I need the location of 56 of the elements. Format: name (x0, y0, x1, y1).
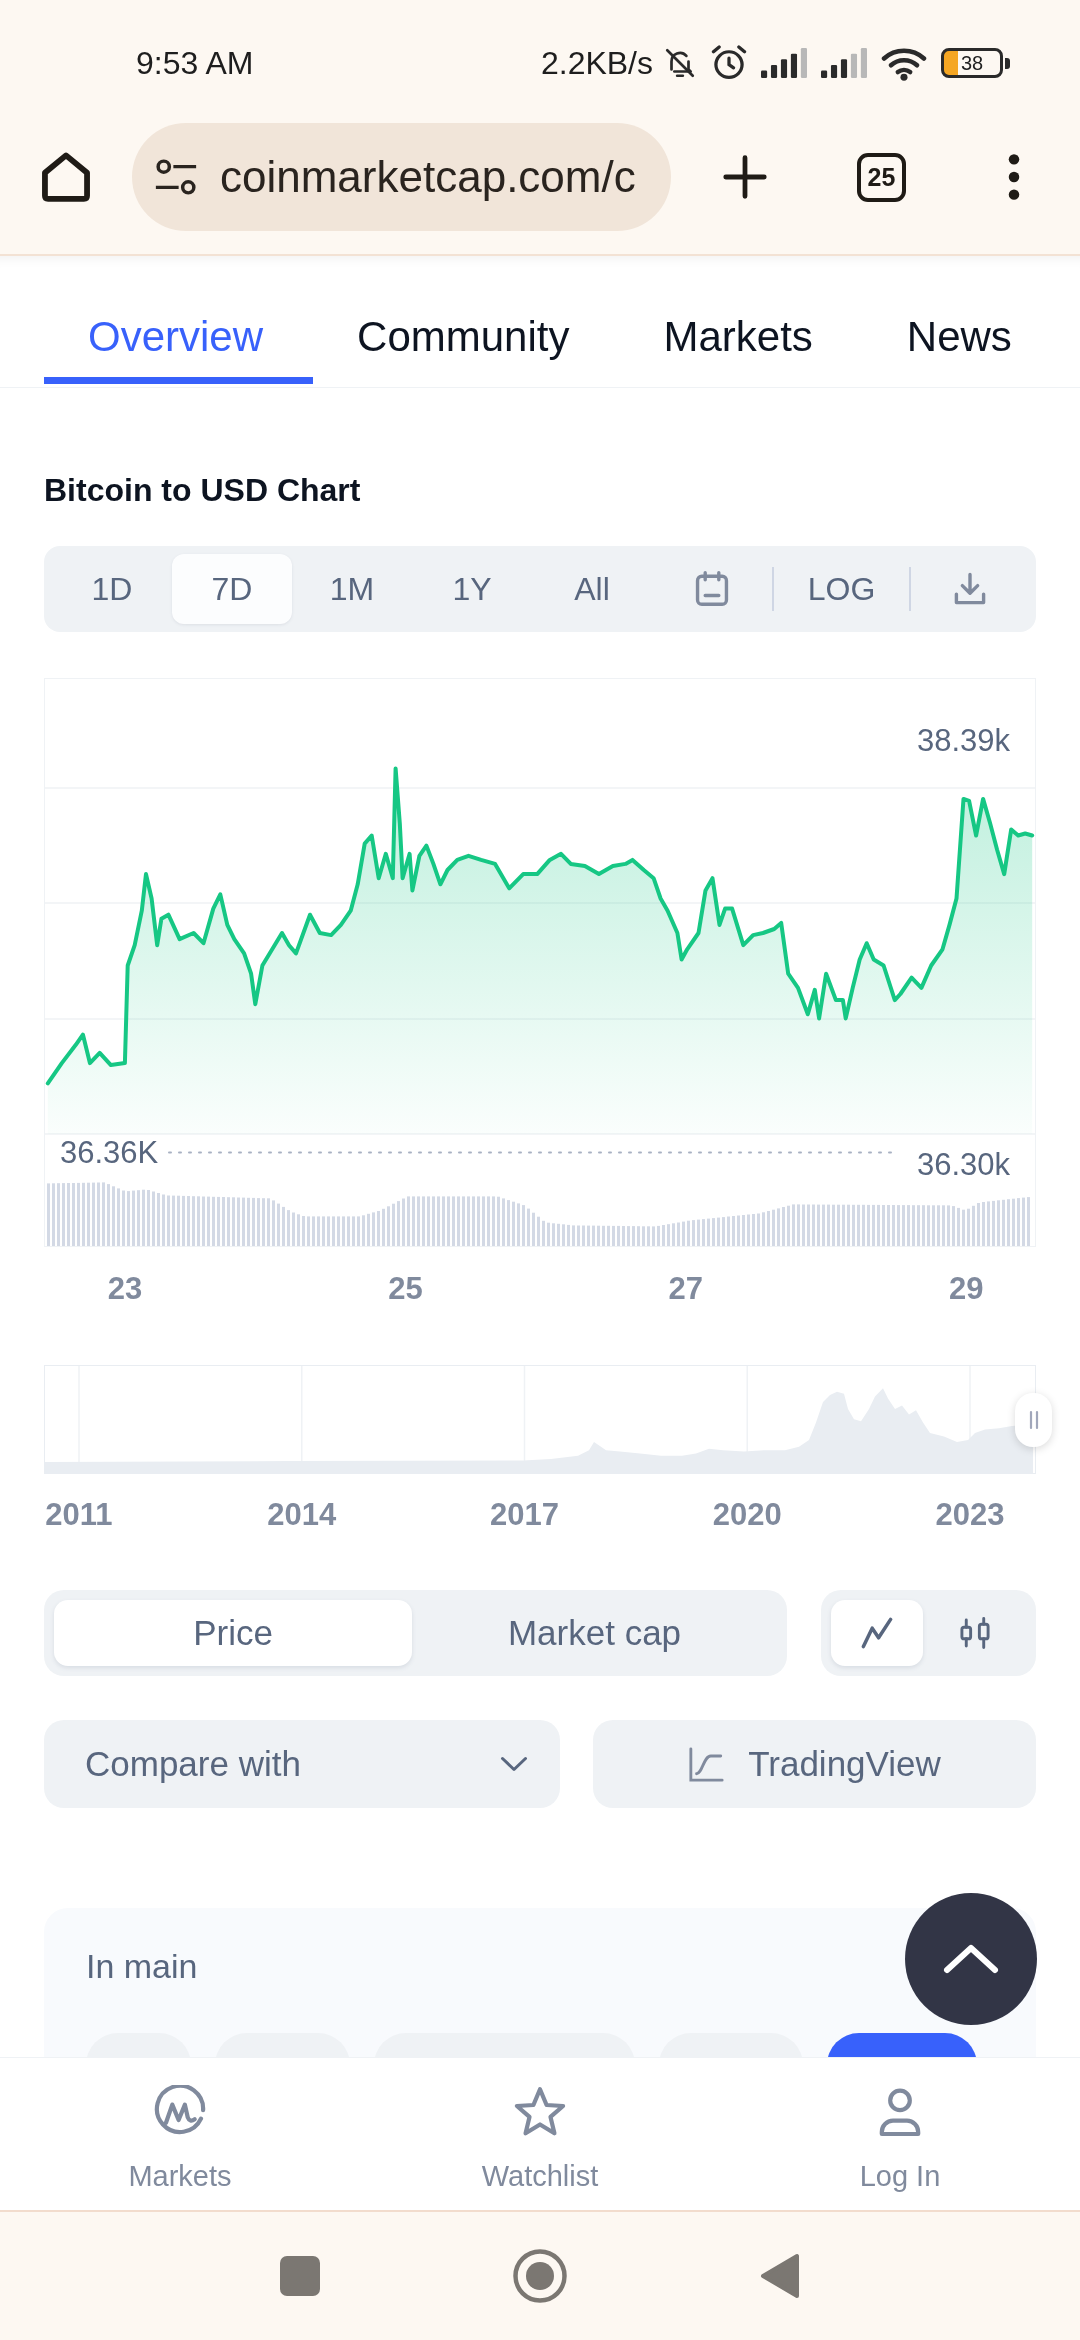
year-label: 2020 (712, 1496, 782, 1532)
page-tab[interactable]: Overview (44, 256, 314, 384)
y-axis-label: 36.30k (916, 1147, 1010, 1183)
chevron-up-icon (943, 1944, 999, 1974)
more-icon[interactable] (1008, 154, 1020, 200)
y-axis-label: 38.39k (916, 722, 1010, 758)
year-label: 2017 (490, 1496, 559, 1532)
sliders-icon[interactable] (155, 158, 197, 196)
compare-dropdown[interactable]: Compare with (44, 1720, 560, 1808)
page-tab[interactable]: Markets (619, 256, 863, 384)
reference-price-label: 36.36K (60, 1135, 159, 1170)
signal-icon (821, 48, 867, 78)
x-axis-label: 23 (107, 1270, 143, 1306)
section-title: In main (86, 1946, 198, 1986)
time-range-tab[interactable]: 1M (292, 554, 412, 624)
bell-off-icon (663, 46, 697, 80)
x-axis-label: 29 (949, 1270, 984, 1306)
time-range-tab[interactable]: 1D (52, 554, 172, 624)
line-chart-icon (861, 1617, 893, 1649)
metric-tab[interactable]: Price (54, 1600, 412, 1666)
chevron-down-icon (500, 1756, 528, 1772)
tradingview-button[interactable]: TradingView (593, 1720, 1036, 1808)
grip-icon (1028, 1410, 1039, 1430)
log-scale-button[interactable]: LOG (774, 554, 909, 624)
chart-curve-icon (688, 1745, 726, 1783)
chart-type-tab[interactable] (831, 1600, 923, 1666)
chart-title: Bitcoin to USD Chart (44, 471, 362, 510)
x-axis-label: 25 (388, 1270, 423, 1306)
time-range-tab[interactable]: All (532, 554, 652, 624)
battery-indicator: 38 (941, 48, 1010, 78)
calendar-icon (695, 571, 729, 607)
candlestick-icon (958, 1617, 991, 1649)
bottom-nav-item[interactable]: Watchlist (360, 2058, 720, 2210)
metric-tab[interactable]: Market cap (412, 1600, 777, 1666)
bottom-nav-item[interactable]: Log In (720, 2058, 1080, 2210)
year-label: 2011 (45, 1496, 113, 1532)
network-speed: 2.2KB/s (540, 44, 653, 82)
page-tab[interactable]: Community (313, 256, 620, 384)
bottom-nav-item[interactable]: Markets (0, 2058, 360, 2210)
year-label: 2023 (935, 1496, 1005, 1532)
status-time: 9:53 AM (136, 44, 254, 82)
range-handle[interactable] (1015, 1393, 1052, 1447)
tab-switcher-button[interactable]: 25 (857, 152, 906, 202)
alarm-clock-icon (711, 45, 747, 81)
address-field[interactable]: coinmarketcap.com/c (132, 123, 671, 231)
time-range-tab[interactable]: 1Y (412, 554, 532, 624)
download-icon (952, 572, 987, 606)
recents-icon[interactable] (280, 2256, 320, 2296)
signal-icon (761, 48, 807, 78)
home-icon[interactable] (41, 152, 91, 202)
plus-icon[interactable] (723, 155, 767, 199)
x-axis-label: 27 (668, 1270, 704, 1306)
time-range-tab[interactable]: 7D (172, 554, 292, 624)
year-label: 2014 (267, 1496, 337, 1532)
page-tab[interactable]: News (862, 256, 1062, 384)
back-icon[interactable] (760, 2253, 800, 2299)
